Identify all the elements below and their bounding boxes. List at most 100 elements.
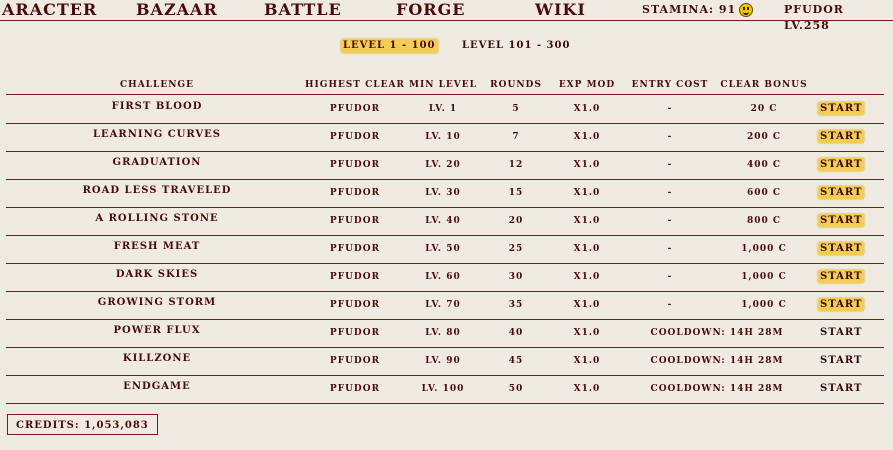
start-button[interactable]: START <box>818 326 864 339</box>
rounds: 40 <box>508 328 524 338</box>
min-level: LV. 10 <box>425 132 461 142</box>
table-row: FRESH MEAT PFUDOR LV. 50 25 X1.0 - 1,000 C STAR… <box>6 235 884 264</box>
header-entry-cost: ENTRY COST <box>631 80 709 90</box>
rounds: 20 <box>508 216 524 226</box>
table-row: KILLZONE PFUDOR LV. 90 45 X1.0 COOLDOWN: 14H … <box>6 347 884 376</box>
entry-cost: - <box>667 300 673 310</box>
nav-forge[interactable]: FORGE <box>396 0 465 20</box>
start-button[interactable]: START <box>818 270 865 283</box>
start-button[interactable]: START <box>818 158 865 171</box>
player-level[interactable]: PFUDOR LV.258 <box>784 2 893 32</box>
challenge-name: POWER FLUX <box>113 325 201 336</box>
rounds: 30 <box>508 272 524 282</box>
rounds: 5 <box>512 104 520 114</box>
min-level: LV. 40 <box>425 216 461 226</box>
header-exp-mod: EXP MOD <box>558 80 616 90</box>
credits-display: CREDITS: 1,053,083 <box>7 414 158 435</box>
smiley-icon <box>739 3 754 17</box>
exp-mod: X1.0 <box>573 132 601 142</box>
challenge-name: ROAD LESS TRAVELED <box>82 185 232 196</box>
entry-cost: - <box>667 244 673 254</box>
clear-bonus: 20 C <box>750 104 778 114</box>
top-navigation: ARACTER BAZAAR BATTLE FORGE WIKI STAMINA… <box>0 0 893 32</box>
start-button[interactable]: START <box>818 130 865 143</box>
rounds: 35 <box>508 300 524 310</box>
highest-clear: PFUDOR <box>329 356 381 366</box>
exp-mod: X1.0 <box>573 216 601 226</box>
clear-bonus: 1,000 C <box>741 272 787 282</box>
exp-mod: X1.0 <box>573 272 601 282</box>
exp-mod: X1.0 <box>573 104 601 114</box>
exp-mod: X1.0 <box>573 384 601 394</box>
exp-mod: X1.0 <box>573 244 601 254</box>
min-level: LV. 90 <box>425 356 461 366</box>
rounds: 45 <box>508 356 524 366</box>
min-level: LV. 70 <box>425 300 461 310</box>
table-row: A ROLLING STONE PFUDOR LV. 40 20 X1.0 - 800 C S… <box>6 207 884 236</box>
challenge-name: GROWING STORM <box>97 297 217 308</box>
highest-clear: PFUDOR <box>329 216 381 226</box>
stamina-indicator: STAMINA: 91 <box>642 2 754 18</box>
min-level: LV. 20 <box>425 160 461 170</box>
min-level: LV. 1 <box>428 104 458 114</box>
table-row: FIRST BLOOD PFUDOR LV. 1 5 X1.0 - 20 C START <box>6 95 884 124</box>
entry-cost: COOLDOWN: 14H 28M <box>650 328 784 338</box>
challenge-name: FIRST BLOOD <box>111 101 203 112</box>
entry-cost: - <box>667 188 673 198</box>
min-level: LV. 60 <box>425 272 461 282</box>
highest-clear: PFUDOR <box>329 300 381 310</box>
highest-clear: PFUDOR <box>329 160 381 170</box>
challenge-name: A ROLLING STONE <box>95 213 219 224</box>
entry-cost: - <box>667 132 673 142</box>
credits-value: CREDITS: 1,053,083 <box>16 420 149 431</box>
start-button[interactable]: START <box>818 382 864 395</box>
min-level: LV. 30 <box>425 188 461 198</box>
rounds: 12 <box>508 160 524 170</box>
header-clear-bonus: CLEAR BONUS <box>720 80 808 90</box>
start-button[interactable]: START <box>818 354 864 367</box>
highest-clear: PFUDOR <box>329 132 381 142</box>
header-highest-clear: HIGHEST CLEAR <box>305 80 405 90</box>
clear-bonus: 600 C <box>746 188 782 198</box>
nav-wiki[interactable]: WIKI <box>535 0 586 20</box>
entry-cost: - <box>667 272 673 282</box>
start-button[interactable]: START <box>818 298 865 311</box>
rounds: 50 <box>508 384 524 394</box>
rounds: 25 <box>508 244 524 254</box>
table-row: LEARNING CURVES PFUDOR LV. 10 7 X1.0 - 200 C ST… <box>6 123 884 152</box>
entry-cost: - <box>667 216 673 226</box>
highest-clear: PFUDOR <box>329 104 381 114</box>
table-row: POWER FLUX PFUDOR LV. 80 40 X1.0 COOLDOWN: 14… <box>6 319 884 348</box>
challenge-name: FRESH MEAT <box>113 241 201 252</box>
table-row: GROWING STORM PFUDOR LV. 70 35 X1.0 - 1,000 C S… <box>6 291 884 320</box>
start-button[interactable]: START <box>818 214 865 227</box>
challenge-name: GRADUATION <box>112 157 202 168</box>
highest-clear: PFUDOR <box>329 272 381 282</box>
min-level: LV. 100 <box>421 384 465 394</box>
exp-mod: X1.0 <box>573 328 601 338</box>
rounds: 15 <box>508 188 524 198</box>
exp-mod: X1.0 <box>573 160 601 170</box>
start-button[interactable]: START <box>818 186 865 199</box>
tab-level-1-100[interactable]: LEVEL 1 - 100 <box>341 39 438 53</box>
entry-cost: - <box>667 104 673 114</box>
clear-bonus: 1,000 C <box>741 244 787 254</box>
table-row: DARK SKIES PFUDOR LV. 60 30 X1.0 - 1,000 C STAR… <box>6 263 884 292</box>
highest-clear: PFUDOR <box>329 328 381 338</box>
header-rounds: ROUNDS <box>490 80 542 90</box>
exp-mod: X1.0 <box>573 300 601 310</box>
nav-bazaar[interactable]: BAZAAR <box>136 0 218 20</box>
exp-mod: X1.0 <box>573 188 601 198</box>
challenge-name: DARK SKIES <box>115 269 199 280</box>
min-level: LV. 80 <box>425 328 461 338</box>
start-button[interactable]: START <box>818 102 865 115</box>
rounds: 7 <box>512 132 520 142</box>
clear-bonus: 400 C <box>746 160 782 170</box>
highest-clear: PFUDOR <box>329 244 381 254</box>
tab-level-101-300[interactable]: LEVEL 101 - 300 <box>462 39 570 53</box>
entry-cost: COOLDOWN: 14H 28M <box>650 356 784 366</box>
start-button[interactable]: START <box>818 242 865 255</box>
nav-battle[interactable]: BATTLE <box>264 0 342 20</box>
nav-character[interactable]: ARACTER <box>2 0 97 20</box>
clear-bonus: 200 C <box>746 132 782 142</box>
